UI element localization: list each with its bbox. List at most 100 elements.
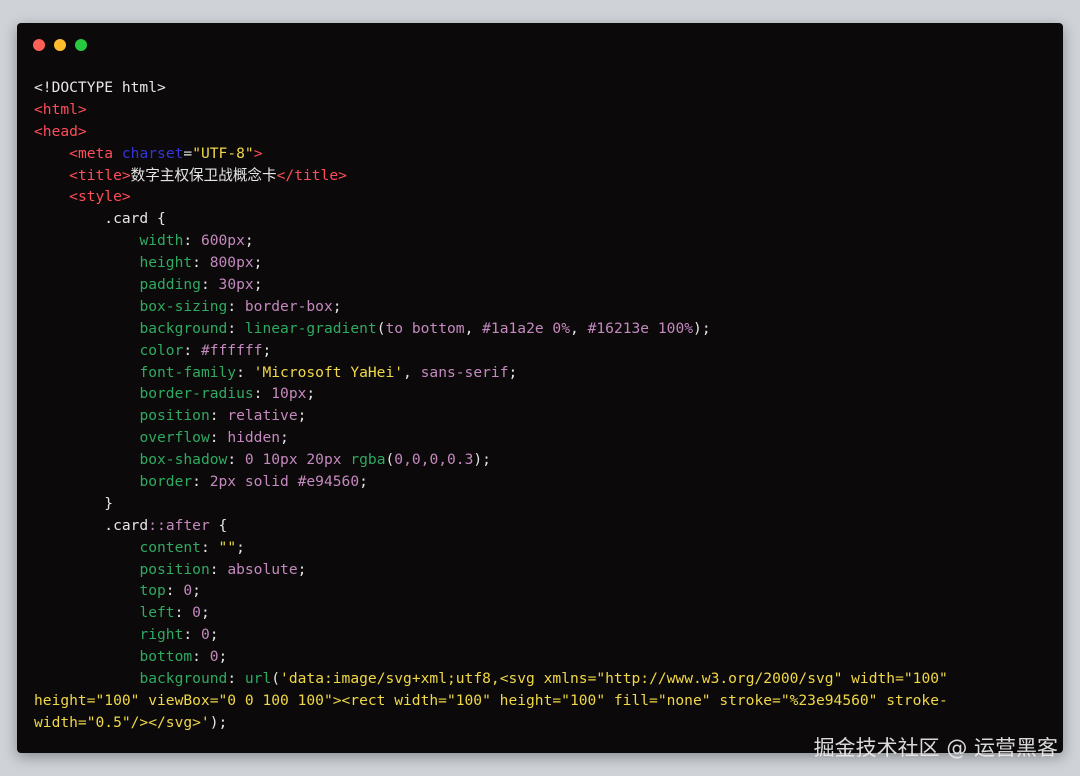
code-token: color xyxy=(139,341,184,359)
code-token: 800px xyxy=(209,254,254,272)
code-line: color: #ffffff; xyxy=(34,340,1053,362)
code-line: box-sizing: border-box; xyxy=(34,296,1053,318)
code-token: <head> xyxy=(34,122,87,140)
code-token: : xyxy=(209,560,228,578)
code-token: absolute xyxy=(227,560,298,578)
code-line: .card { xyxy=(34,208,1053,230)
code-token: background xyxy=(139,670,228,688)
code-window: <!DOCTYPE html> <html> <head> <meta charse… xyxy=(17,23,1063,753)
code-token: linear-gradient xyxy=(244,319,377,337)
code-token: : xyxy=(183,626,201,644)
code-token: 数字主权保卫战概念卡 xyxy=(130,166,277,184)
code-token: ; xyxy=(280,429,289,447)
code-token: to bottom xyxy=(385,319,465,337)
code-line: background: linear-gradient(to bottom, #… xyxy=(34,318,1053,340)
code-line: box-shadow: 0 10px 20px rgba(0,0,0,0.3); xyxy=(34,449,1053,471)
code-token: :: xyxy=(148,516,166,534)
code-token: ; xyxy=(297,560,307,578)
code-token: : xyxy=(200,538,219,556)
code-token: : xyxy=(236,363,254,381)
code-token: ; xyxy=(508,363,518,381)
code-token: : xyxy=(227,297,245,315)
minimize-button[interactable] xyxy=(54,39,66,51)
code-token: 0 xyxy=(200,626,210,644)
code-token: bottom xyxy=(139,648,193,666)
code-token: : xyxy=(192,254,210,272)
code-token: ; xyxy=(244,232,254,250)
code-token: ; xyxy=(297,407,307,425)
code-token: ; xyxy=(262,341,272,359)
code-token: 'Microsoft YaHei' xyxy=(253,363,404,381)
code-token: 0 xyxy=(209,648,219,666)
close-button[interactable] xyxy=(33,39,45,51)
code-line: <!DOCTYPE html> xyxy=(34,77,1053,99)
code-token: hidden xyxy=(227,429,281,447)
code-token: , xyxy=(464,319,483,337)
code-token: ; xyxy=(253,254,263,272)
code-token: <title> xyxy=(69,166,131,184)
code-token: <style> xyxy=(69,188,131,206)
code-token: <meta xyxy=(69,144,114,162)
code-token: ; xyxy=(359,473,368,491)
code-token: relative xyxy=(227,407,298,425)
code-token: ); xyxy=(693,319,711,337)
code-line: font-family: 'Microsoft YaHei', sans-ser… xyxy=(34,362,1053,384)
code-token: <!DOCTYPE html> xyxy=(34,79,166,96)
code-token: : xyxy=(227,319,245,337)
code-token: "" xyxy=(218,538,237,556)
code-token: <html> xyxy=(34,100,87,118)
code-token: : xyxy=(209,429,228,447)
code-token: "UTF-8" xyxy=(192,144,254,162)
code-token: 0 xyxy=(183,582,193,600)
code-token: </title> xyxy=(276,166,347,184)
code-token: padding xyxy=(139,276,201,294)
code-token: ; xyxy=(306,385,316,403)
code-token: border-box xyxy=(244,297,333,315)
code-token: position xyxy=(139,560,210,578)
code-token: : xyxy=(253,385,272,403)
code-line: height: 800px; xyxy=(34,252,1053,274)
code-line: left: 0; xyxy=(34,602,1053,624)
code-token: height="100" viewBox="0 0 100 100"><rect… xyxy=(34,691,948,709)
code-line: background: url('data:image/svg+xml;utf8… xyxy=(34,668,1053,690)
code-token: ); xyxy=(473,451,491,469)
code-line: right: 0; xyxy=(34,624,1053,646)
code-token: 10px xyxy=(271,385,307,403)
code-token: : xyxy=(200,276,219,294)
code-line: bottom: 0; xyxy=(34,646,1053,668)
code-token: height xyxy=(139,254,193,272)
code-token: ; xyxy=(253,276,263,294)
code-token: ; xyxy=(236,538,245,556)
code-line: overflow: hidden; xyxy=(34,427,1053,449)
code-token: { xyxy=(209,516,228,534)
code-token: .card xyxy=(34,516,149,534)
zoom-button[interactable] xyxy=(75,39,87,51)
code-line: border-radius: 10px; xyxy=(34,383,1053,405)
code-line: .card::after { xyxy=(34,515,1053,537)
code-line: <head> xyxy=(34,121,1053,143)
code-token: ; xyxy=(209,626,219,644)
code-token: url xyxy=(244,670,272,688)
code-token: ; xyxy=(332,297,342,315)
code-token: : xyxy=(174,604,193,622)
code-token: font-family xyxy=(139,363,237,381)
code-line: position: relative; xyxy=(34,405,1053,427)
code-token: } xyxy=(34,494,114,512)
code-line: <html> xyxy=(34,99,1053,121)
code-line: content: ""; xyxy=(34,537,1053,559)
code-token: position xyxy=(139,407,210,425)
code-token: > xyxy=(253,144,263,162)
window-controls xyxy=(33,39,87,51)
code-line: padding: 30px; xyxy=(34,274,1053,296)
code-token: : xyxy=(227,451,245,469)
